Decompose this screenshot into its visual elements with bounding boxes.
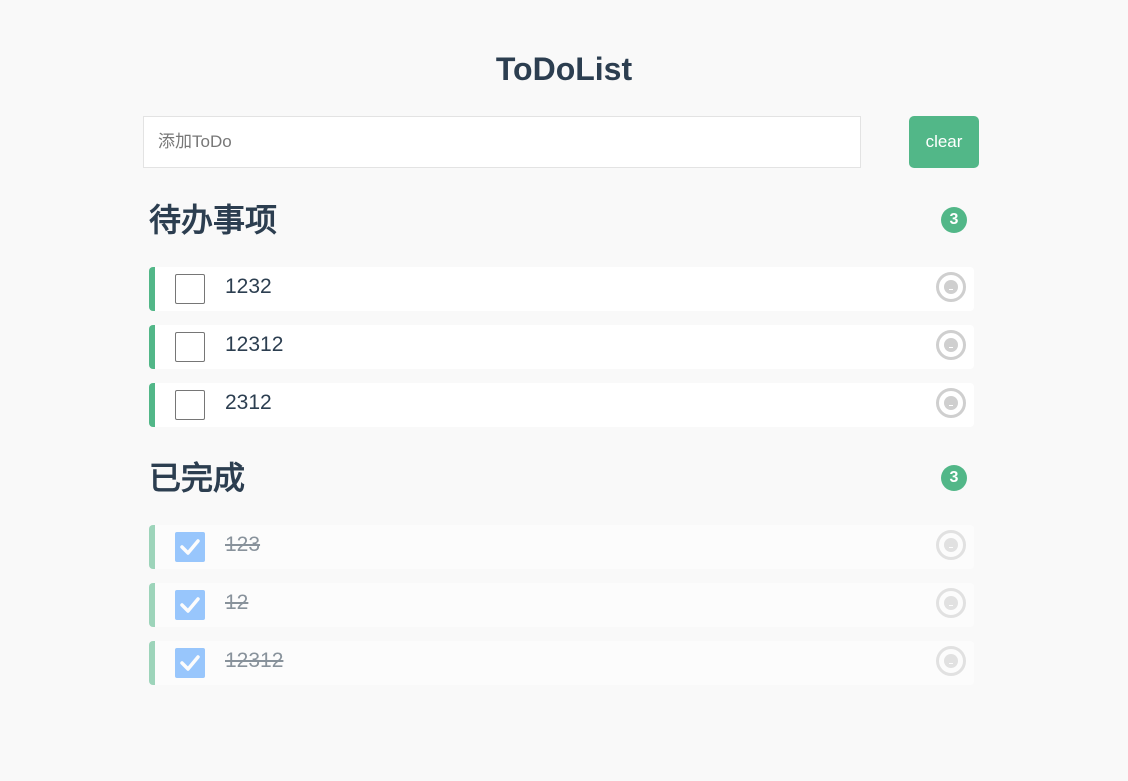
todo-checkbox[interactable] — [175, 274, 205, 304]
minus-circle-icon — [944, 396, 958, 410]
minus-circle-icon — [944, 280, 958, 294]
pending-list: 1232 12312 2312 — [149, 267, 974, 441]
done-item: 12 — [149, 583, 974, 627]
done-text: 12312 — [225, 649, 284, 672]
todo-text: 12312 — [225, 333, 284, 356]
done-count-badge: 3 — [941, 465, 967, 491]
done-checkbox[interactable] — [175, 532, 205, 562]
todo-checkbox[interactable] — [175, 390, 205, 420]
done-text: 123 — [225, 533, 261, 556]
pending-section-title: 待办事项 — [149, 202, 278, 238]
done-item: 123 — [149, 525, 974, 569]
delete-button[interactable] — [936, 388, 966, 418]
minus-circle-icon — [944, 338, 958, 352]
done-section-header: 已完成 3 — [149, 456, 969, 500]
delete-button[interactable] — [936, 530, 966, 560]
minus-circle-icon — [944, 596, 958, 610]
done-item: 12312 — [149, 641, 974, 685]
delete-button[interactable] — [936, 588, 966, 618]
done-checkbox[interactable] — [175, 648, 205, 678]
page-title: ToDoList — [495, 51, 633, 87]
minus-circle-icon — [944, 538, 958, 552]
done-checkbox[interactable] — [175, 590, 205, 620]
done-section-title: 已完成 — [149, 460, 246, 496]
checkmark-icon — [180, 655, 200, 671]
delete-button[interactable] — [936, 330, 966, 360]
clear-button[interactable]: clear — [909, 116, 979, 168]
delete-button[interactable] — [936, 646, 966, 676]
add-todo-input[interactable] — [143, 116, 861, 168]
minus-circle-icon — [944, 654, 958, 668]
checkmark-icon — [180, 539, 200, 555]
todo-item: 12312 — [149, 325, 974, 369]
todo-text: 1232 — [225, 275, 272, 298]
done-text: 12 — [225, 591, 249, 614]
checkmark-icon — [180, 597, 200, 613]
pending-count-badge: 3 — [941, 207, 967, 233]
done-list: 123 12 12312 — [149, 525, 974, 699]
todo-checkbox[interactable] — [175, 332, 205, 362]
todo-item: 1232 — [149, 267, 974, 311]
todo-item: 2312 — [149, 383, 974, 427]
pending-section-header: 待办事项 3 — [149, 198, 969, 242]
todo-text: 2312 — [225, 391, 272, 414]
delete-button[interactable] — [936, 272, 966, 302]
todo-app: ToDoList clear 待办事项 3 1232 12312 2312 已完… — [0, 0, 1128, 781]
